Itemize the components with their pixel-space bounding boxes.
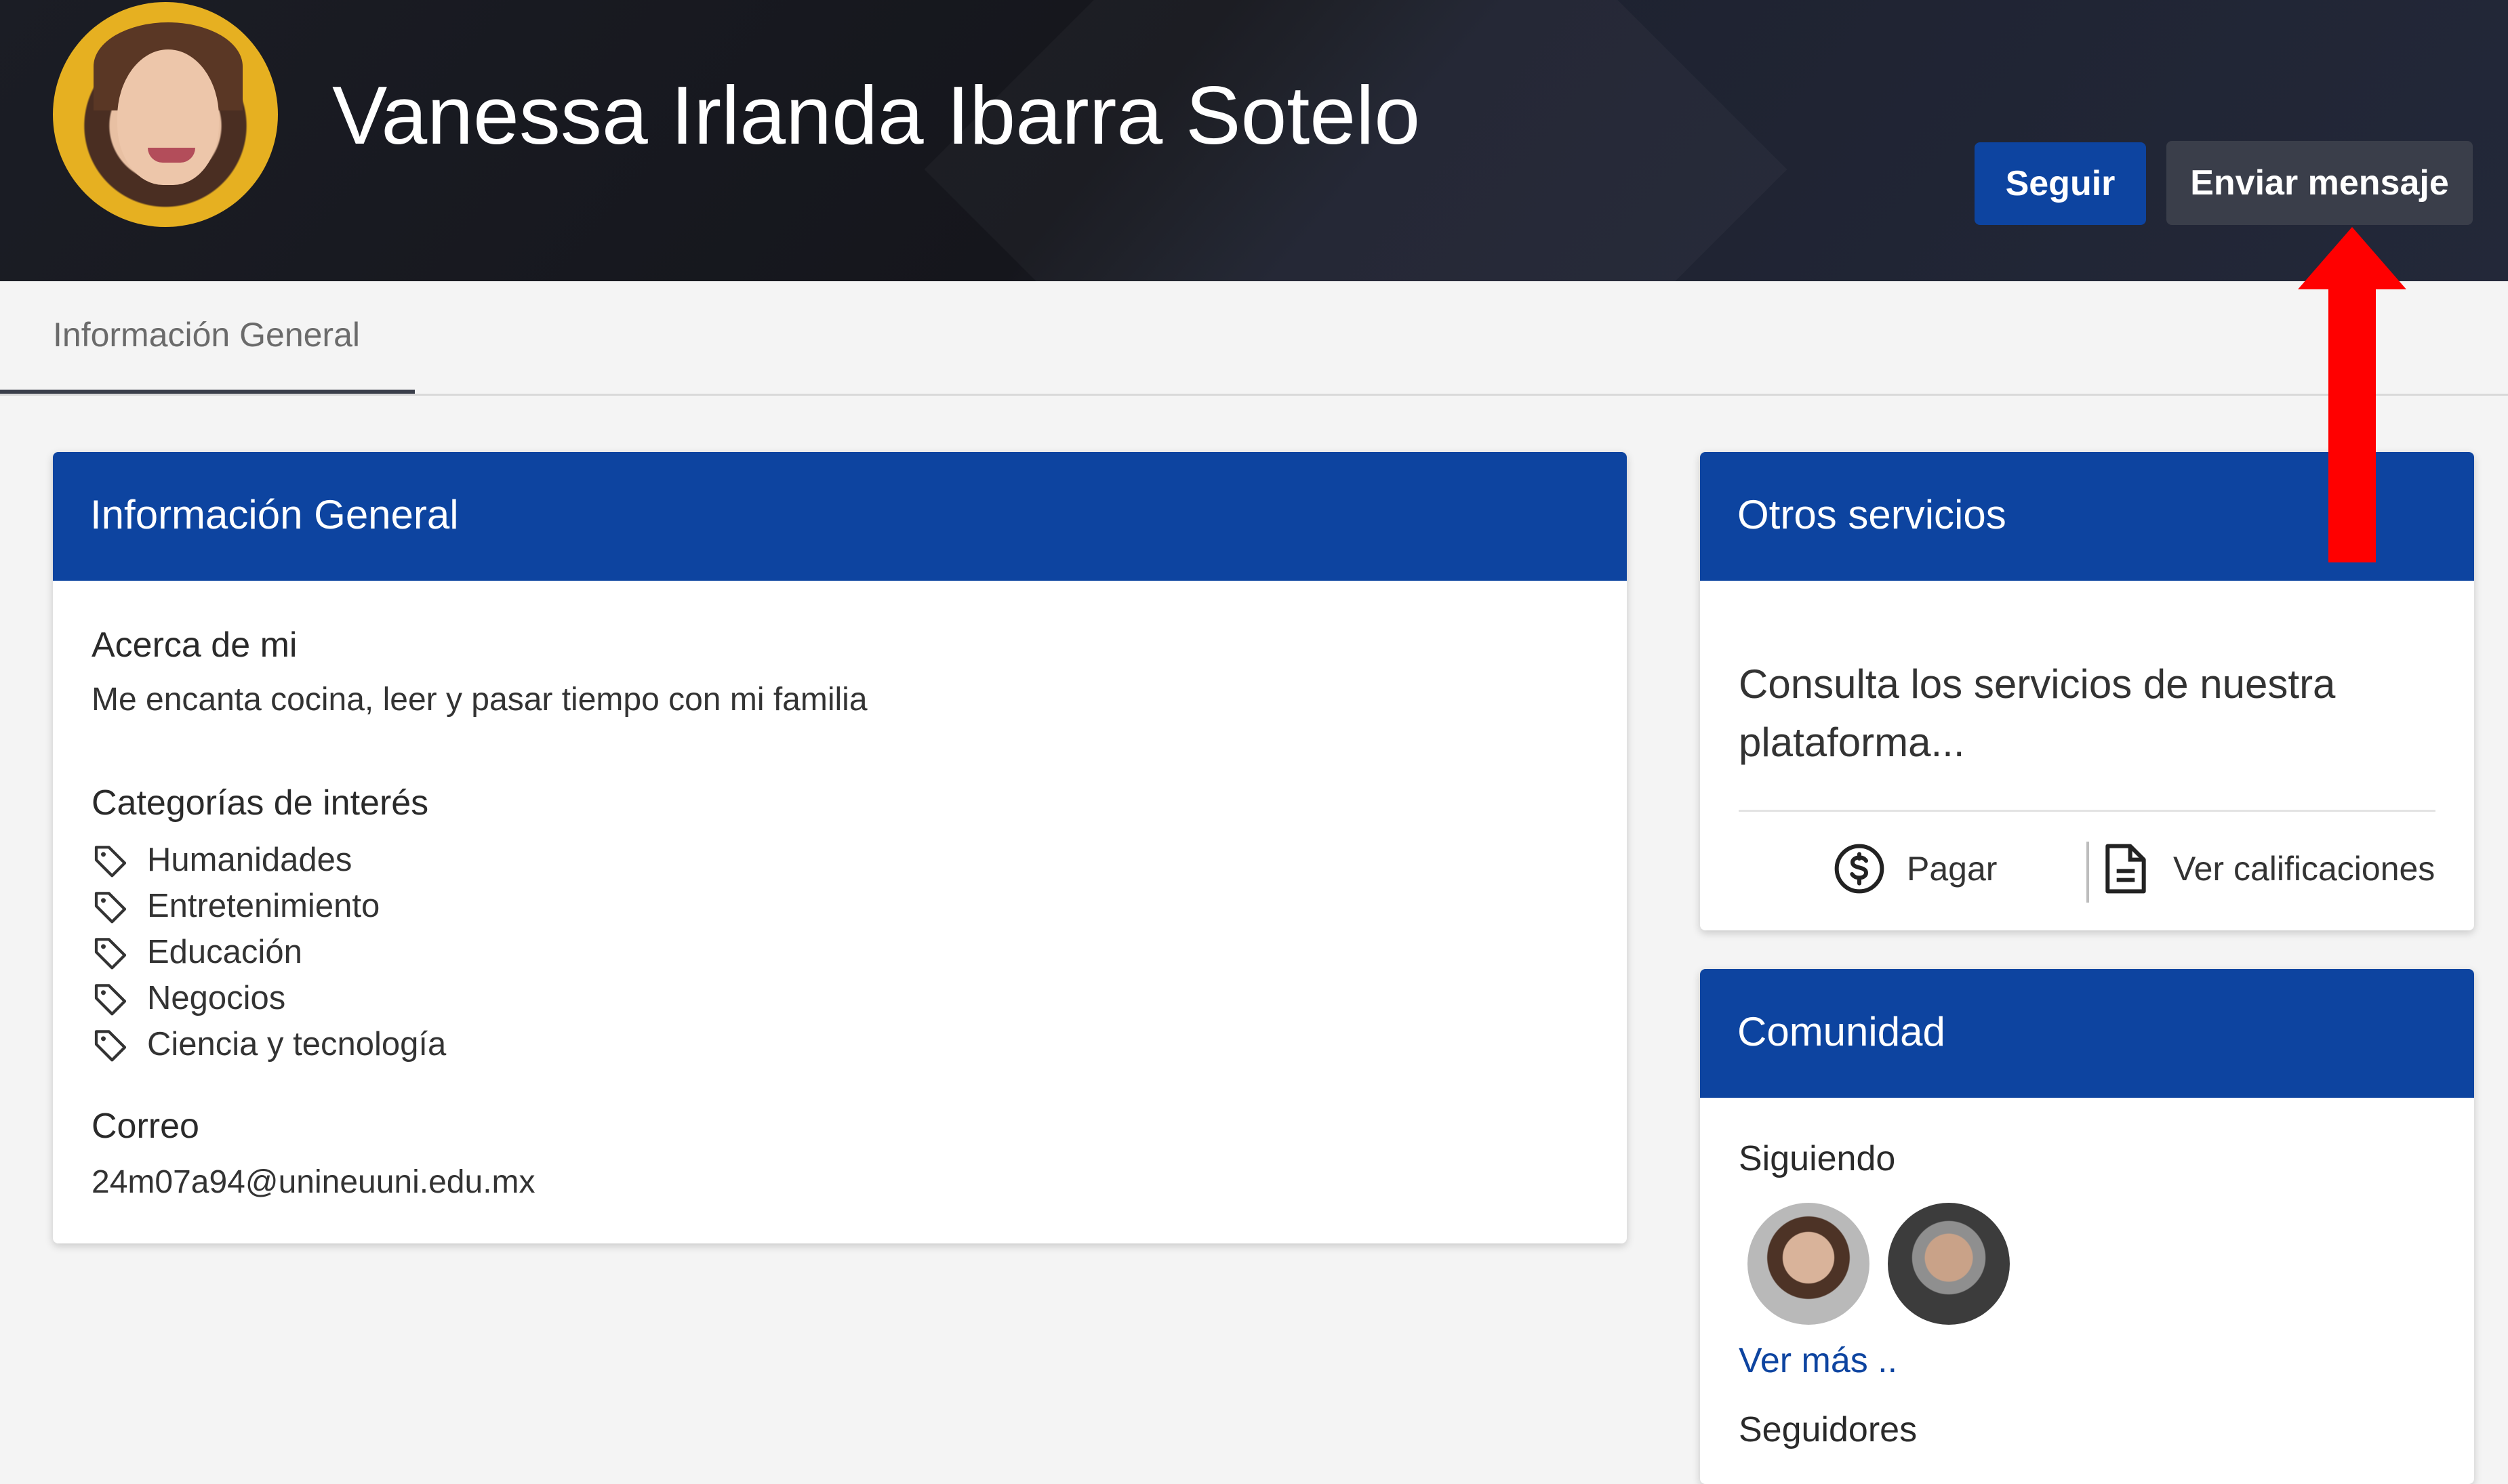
category-label: Entretenimiento [147, 888, 380, 924]
tag-icon [94, 1030, 127, 1062]
follow-button[interactable]: Seguir [1975, 142, 2146, 225]
red-arrow-up-icon [2298, 227, 2406, 562]
categories-list: Humanidades Entretenimiento Educación Ne… [92, 837, 446, 1067]
category-label: Humanidades [147, 842, 352, 878]
tag-icon [94, 846, 127, 878]
general-info-card: Información General Acerca de mi Me enca… [53, 452, 1627, 1243]
about-text: Me encanta cocina, leer y pasar tiempo c… [92, 682, 868, 718]
see-more-link[interactable]: Ver más .. [1739, 1340, 1897, 1381]
tag-icon [94, 892, 127, 924]
following-title: Siguiendo [1739, 1139, 1896, 1178]
pay-label: Pagar [1907, 850, 1998, 888]
followers-title: Seguidores [1739, 1410, 1918, 1449]
pay-button[interactable]: Pagar [1832, 835, 1997, 903]
tab-general-info[interactable]: Información General [0, 281, 415, 394]
category-item: Humanidades [92, 837, 446, 883]
tab-bar: Información General [0, 281, 2508, 396]
following-avatar[interactable] [1747, 1203, 1869, 1325]
email-title: Correo [92, 1107, 199, 1146]
card-title: Información General [90, 492, 459, 537]
action-separator [2086, 842, 2089, 903]
profile-avatar [53, 2, 278, 227]
card-title: Comunidad [1737, 1009, 1945, 1054]
send-message-button[interactable]: Enviar mensaje [2166, 141, 2473, 225]
about-title: Acerca de mi [92, 625, 298, 665]
categories-title: Categorías de interés [92, 783, 429, 823]
category-label: Negocios [147, 980, 286, 1016]
profile-name: Vanessa Irlanda Ibarra Sotelo [332, 69, 1421, 161]
tag-icon [94, 938, 127, 970]
services-description: Consulta los servicios de nuestra plataf… [1739, 661, 2336, 765]
view-grades-label: Ver calificaciones [2173, 850, 2435, 888]
card-title: Otros servicios [1737, 492, 2006, 537]
card-header: Comunidad [1700, 969, 2474, 1098]
following-avatar[interactable] [1888, 1203, 2010, 1325]
card-header: Información General [53, 452, 1627, 581]
dollar-circle-icon [1834, 844, 1884, 894]
category-item: Negocios [92, 975, 446, 1021]
category-item: Entretenimiento [92, 883, 446, 929]
category-label: Ciencia y tecnología [147, 1026, 447, 1063]
document-icon [2105, 844, 2146, 894]
category-item: Educación [92, 929, 446, 975]
tag-icon [94, 984, 127, 1016]
view-grades-button[interactable]: Ver calificaciones [2101, 835, 2435, 903]
email-value: 24m07a94@unineuuni.edu.mx [92, 1164, 535, 1200]
community-card: Comunidad Siguiendo Ver más .. Seguidore… [1700, 969, 2474, 1484]
divider [1739, 810, 2435, 812]
category-item: Ciencia y tecnología [92, 1021, 446, 1067]
tab-label: Información General [53, 316, 361, 354]
profile-header: Vanessa Irlanda Ibarra Sotelo Seguir Env… [0, 0, 2508, 281]
category-label: Educación [147, 934, 302, 970]
